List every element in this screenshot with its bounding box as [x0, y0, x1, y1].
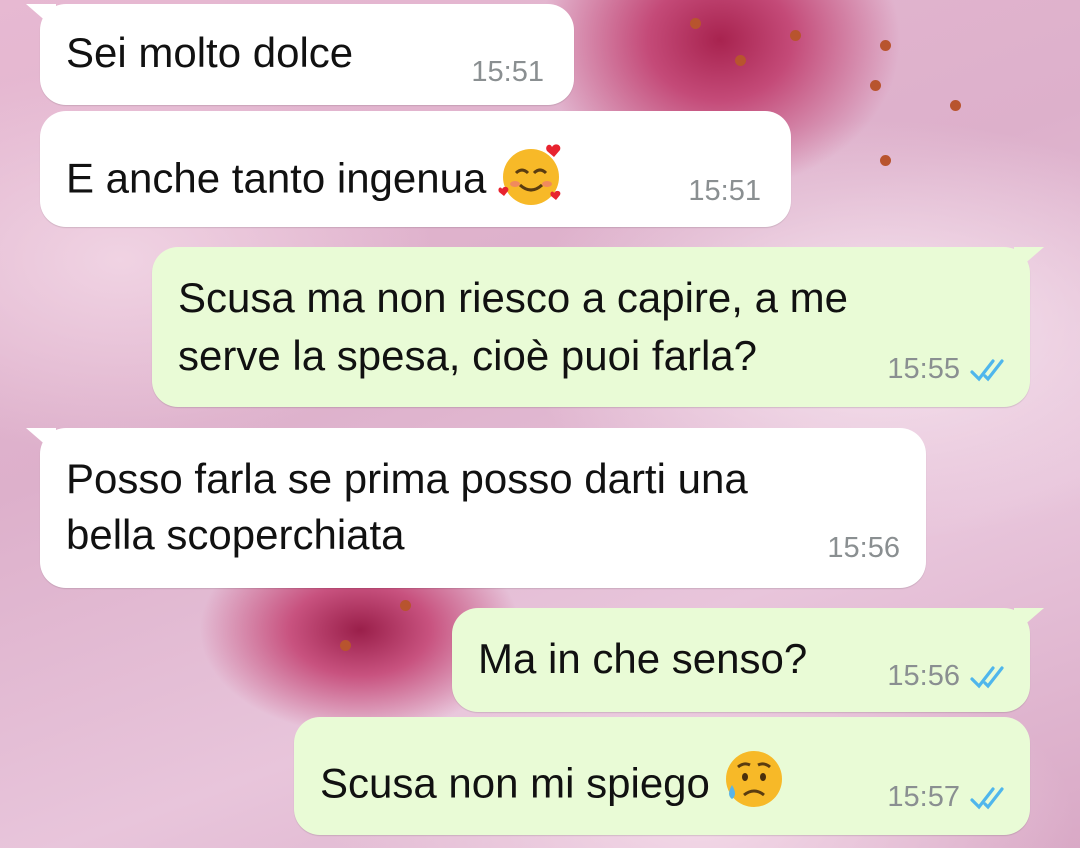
- message-timestamp: 15:56: [887, 660, 960, 692]
- message-timestamp: 15:55: [887, 353, 960, 385]
- message-meta: 15:51: [471, 56, 544, 89]
- bubble-tail: [26, 428, 56, 454]
- flower-stamen: [400, 600, 411, 611]
- message-text-content: E anche tanto ingenua: [66, 154, 487, 202]
- message-bubble-incoming[interactable]: Posso farla se prima posso darti una bel…: [26, 428, 926, 588]
- message-text-line: bella scoperchiata: [66, 511, 405, 558]
- flower-stamen: [735, 55, 746, 66]
- bubble-tail: [1014, 247, 1044, 273]
- message-bubble-incoming[interactable]: E anche tanto ingenua 15:51: [40, 111, 791, 227]
- message-text-line: serve la spesa, cioè puoi farla?: [178, 332, 757, 379]
- message-text-content: Scusa non mi spiego: [320, 759, 710, 807]
- message-bubble-outgoing[interactable]: Ma in che senso? 15:56: [452, 608, 1044, 712]
- message-timestamp: 15:51: [471, 56, 544, 88]
- flower-stamen: [690, 18, 701, 29]
- message-text: Ma in che senso?: [478, 635, 808, 682]
- message-meta: 15:56: [887, 660, 1012, 693]
- message-text: E anche tanto ingenua: [66, 139, 566, 224]
- message-bubble-incoming[interactable]: Sei molto dolce 15:51: [26, 4, 574, 105]
- message-timestamp: 15:51: [688, 175, 761, 207]
- message-bubble-outgoing[interactable]: Scusa ma non riesco a capire, a me serve…: [152, 247, 1044, 407]
- message-text: Sei molto dolce: [66, 29, 354, 76]
- message-text: Scusa non mi spiego: [320, 745, 788, 828]
- flower-stamen: [880, 40, 891, 51]
- message-timestamp: 15:56: [827, 532, 900, 564]
- flower-stamen: [870, 80, 881, 91]
- flower-stamen: [790, 30, 801, 41]
- double-check-read-icon: [970, 358, 1004, 381]
- sad-but-relieved-face-icon: [720, 745, 788, 828]
- message-text-line: Posso farla se prima posso darti una: [66, 455, 748, 502]
- message-meta: 15:55: [887, 353, 1012, 386]
- flower-stamen: [340, 640, 351, 651]
- flower-stamen: [880, 155, 891, 166]
- smiling-face-with-hearts-icon: [496, 139, 566, 224]
- flower-stamen: [950, 100, 961, 111]
- bubble-tail: [1014, 608, 1044, 634]
- message-bubble-outgoing[interactable]: Scusa non mi spiego 15:57: [294, 717, 1030, 835]
- double-check-read-icon: [970, 786, 1004, 809]
- message-timestamp: 15:57: [887, 781, 960, 813]
- message-meta: 15:57: [887, 781, 1012, 814]
- double-check-read-icon: [970, 665, 1004, 688]
- message-meta: 15:56: [827, 532, 900, 565]
- message-meta: 15:51: [688, 175, 761, 208]
- bubble-tail: [26, 4, 56, 30]
- message-text-line: Scusa ma non riesco a capire, a me: [178, 274, 848, 321]
